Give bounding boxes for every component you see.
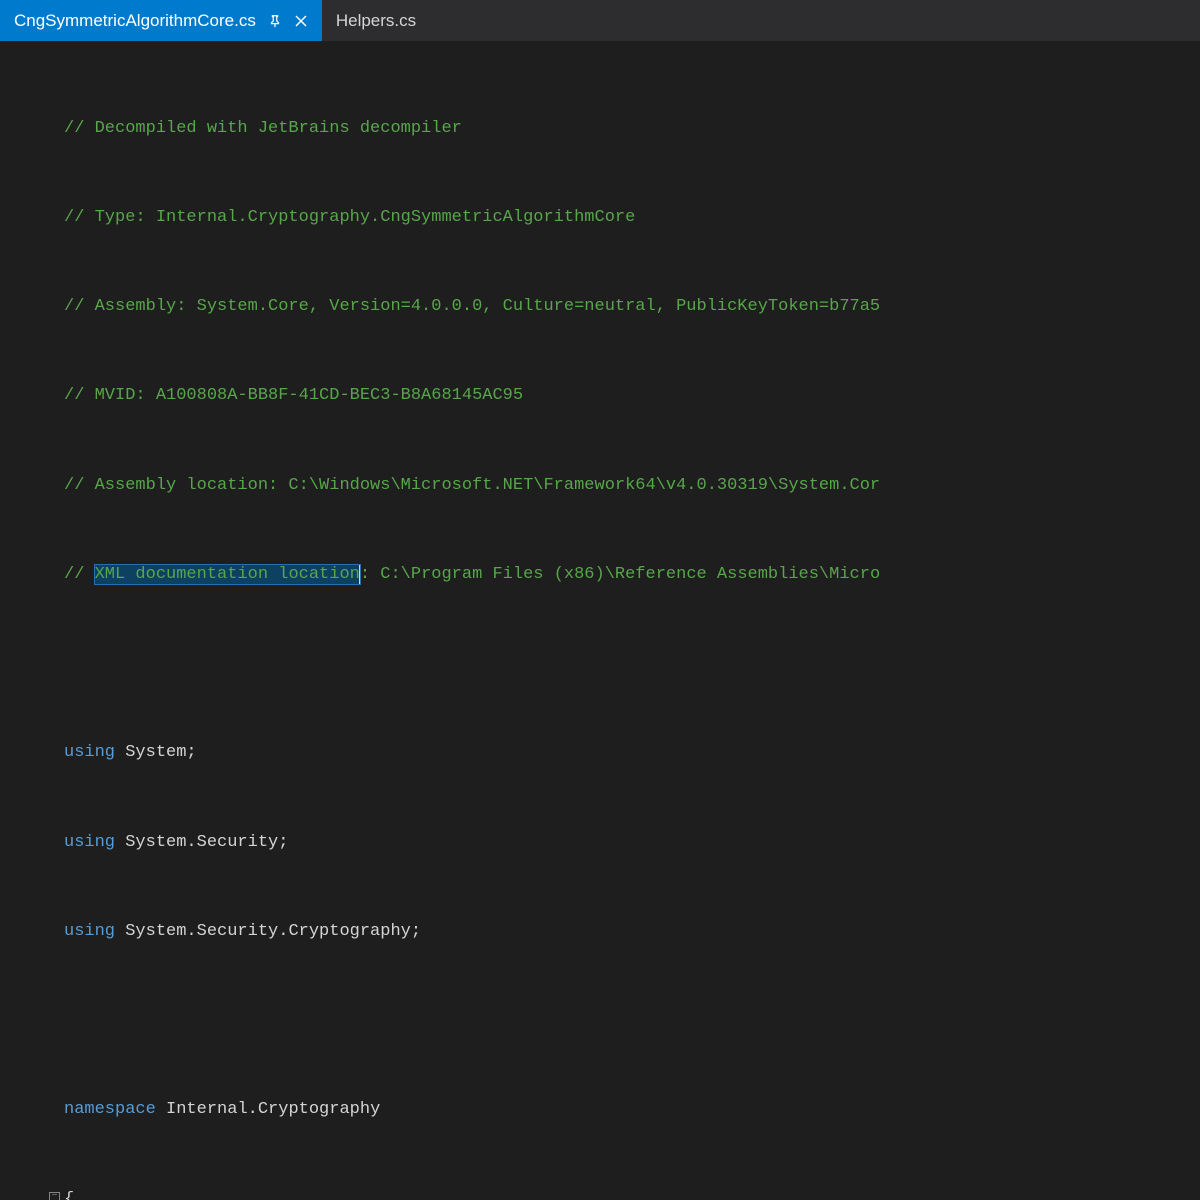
comment: // Decompiled with JetBrains decompiler [64,119,462,138]
close-icon[interactable] [294,14,308,28]
brace: { [64,1190,74,1200]
comment: // Type: Internal.Cryptography.CngSymmet… [64,208,635,227]
keyword: using [64,833,115,852]
fold-toggle[interactable]: − [49,1192,60,1200]
keyword: namespace [64,1100,156,1119]
comment: // Assembly: System.Core, Version=4.0.0.… [64,297,880,316]
tab-label: Helpers.cs [336,11,416,31]
identifier: System; [115,743,197,762]
identifier: System.Security.Cryptography; [115,922,421,941]
tab-active[interactable]: CngSymmetricAlgorithmCore.cs [0,0,322,41]
comment: // Assembly location: C:\Windows\Microso… [64,476,880,495]
tab-bar: CngSymmetricAlgorithmCore.cs Helpers.cs [0,0,1200,42]
code-editor[interactable]: // Decompiled with JetBrains decompiler … [0,42,1200,1200]
tab-label: CngSymmetricAlgorithmCore.cs [14,11,256,31]
comment: // MVID: A100808A-BB8F-41CD-BEC3-B8A6814… [64,386,523,405]
selection: XML documentation location [95,565,360,584]
comment: // [64,565,95,584]
tab-inactive[interactable]: Helpers.cs [322,0,430,41]
identifier: System.Security; [115,833,288,852]
keyword: using [64,743,115,762]
keyword: using [64,922,115,941]
pin-icon[interactable] [268,14,282,28]
identifier: Internal.Cryptography [156,1100,380,1119]
comment: : C:\Program Files (x86)\Reference Assem… [360,565,880,584]
